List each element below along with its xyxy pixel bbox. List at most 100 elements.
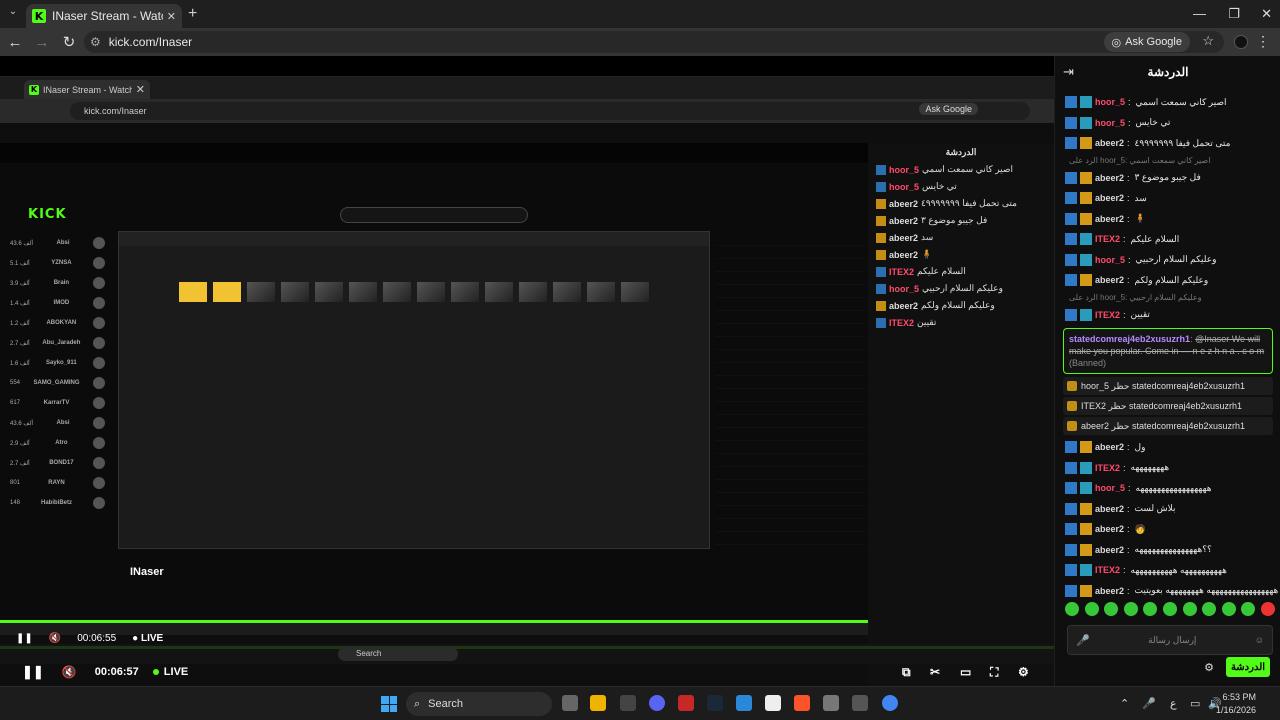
site-info-icon[interactable]: ⚙: [90, 35, 101, 49]
new-tab-icon[interactable]: +: [188, 5, 197, 23]
emote-icon[interactable]: [1221, 602, 1236, 616]
chat-text: تقيين: [1130, 309, 1150, 320]
app-icon[interactable]: [678, 695, 694, 711]
bookmark-star-icon[interactable]: ☆: [1202, 33, 1214, 49]
chat-username[interactable]: ITEX2: [1095, 565, 1120, 575]
tray-chevron-icon[interactable]: ⌃: [1120, 697, 1129, 710]
chat-settings-icon[interactable]: ⚙: [1204, 661, 1214, 674]
emoji-picker-icon[interactable]: ☺: [1255, 635, 1264, 645]
window-close-icon[interactable]: ✕: [1261, 6, 1272, 22]
browser-tab[interactable]: K INaser Stream - Watch Live on K ✕: [26, 4, 182, 28]
restore-icon[interactable]: ❐: [1228, 6, 1240, 22]
app-icon[interactable]: [852, 695, 868, 711]
chat-username[interactable]: ITEX2: [1095, 310, 1120, 320]
chat-username[interactable]: hoor_5: [1095, 118, 1125, 128]
chat-username[interactable]: abeer2: [1095, 173, 1124, 183]
settings-gear-icon[interactable]: ⚙: [1018, 665, 1029, 679]
windows-start-icon[interactable]: [381, 696, 397, 712]
theater-icon[interactable]: ▭: [960, 665, 971, 679]
kick-favicon-icon: K: [32, 9, 46, 23]
chat-username[interactable]: abeer2: [1095, 545, 1124, 555]
badge-icon: [1080, 308, 1092, 321]
deep-kick-logo: KICK: [28, 207, 67, 222]
stream-video[interactable]: K INaser Stream - Watch Live on ✕ kick.c…: [0, 56, 1054, 686]
pause-icon[interactable]: ❚❚: [22, 664, 44, 680]
profile-avatar[interactable]: [1234, 35, 1248, 49]
taskbar-clock[interactable]: 6:53 PM 1/16/2026: [1216, 691, 1256, 717]
chat-send-button[interactable]: الدردشة: [1226, 657, 1270, 677]
tray-mic-icon[interactable]: 🎤: [1142, 697, 1156, 710]
discord-icon[interactable]: [649, 695, 665, 711]
forward-icon[interactable]: →: [30, 34, 54, 51]
chat-username[interactable]: ITEX2: [1095, 234, 1120, 244]
emote-icon[interactable]: [1104, 602, 1119, 616]
app-icon[interactable]: [620, 695, 636, 711]
settings-icon[interactable]: [823, 695, 839, 711]
chat-username[interactable]: abeer2: [1095, 524, 1124, 534]
reload-icon[interactable]: ↻: [57, 33, 81, 51]
emote-icon[interactable]: [1123, 602, 1138, 616]
emote-icon[interactable]: [1143, 602, 1158, 616]
chat-username[interactable]: abeer2: [1095, 138, 1124, 148]
emote-icon[interactable]: [1202, 602, 1217, 616]
badge-icon: [1080, 171, 1092, 184]
chat-username[interactable]: ITEX2: [1095, 463, 1120, 473]
pip-icon[interactable]: ⧉: [902, 665, 911, 680]
badge-icon: [1080, 441, 1092, 454]
shield-icon: [1067, 401, 1077, 411]
ask-google-button[interactable]: ◎ Ask Google: [1103, 32, 1190, 52]
address-bar[interactable]: ⚙ kick.com/Inaser: [84, 31, 1224, 53]
app-icon[interactable]: [736, 695, 752, 711]
chat-username[interactable]: abeer2: [1095, 504, 1124, 514]
fullscreen-icon[interactable]: ⛶: [990, 665, 998, 680]
image-thumb: [417, 282, 445, 302]
chat-message: ITEX2: ههههههههههه ههههههههههه: [1055, 560, 1280, 581]
clip-icon[interactable]: ✂: [930, 665, 940, 679]
taskbar-search[interactable]: ⌕ Search: [406, 692, 552, 716]
image-thumb: [451, 282, 479, 302]
minimize-icon[interactable]: —: [1193, 6, 1206, 21]
chat-username[interactable]: abeer2: [1095, 193, 1124, 203]
emote-icon[interactable]: [1162, 602, 1177, 616]
chat-message: hoor_5: تي خايس: [1055, 113, 1280, 134]
emote-icon[interactable]: [1241, 602, 1256, 616]
avatar: [93, 417, 105, 429]
chat-username[interactable]: hoor_5: [1095, 255, 1125, 265]
chat-username[interactable]: abeer2: [1095, 214, 1124, 224]
chat-message: ITEX2: تقيين: [1055, 305, 1280, 326]
close-icon[interactable]: ✕: [167, 10, 176, 23]
mute-icon[interactable]: 🔇: [62, 665, 77, 679]
file-explorer-icon[interactable]: [590, 695, 606, 711]
emote-icon[interactable]: [1182, 602, 1197, 616]
app-icon[interactable]: [765, 695, 781, 711]
task-view-icon[interactable]: [562, 695, 578, 711]
chat-username[interactable]: abeer2: [1095, 275, 1124, 285]
steam-icon[interactable]: [707, 695, 723, 711]
tray-network-icon[interactable]: ▭: [1190, 697, 1200, 710]
emote-icon[interactable]: [1065, 602, 1079, 616]
emote-icon[interactable]: [1260, 602, 1275, 616]
tab-list-icon[interactable]: ⌄: [6, 6, 20, 22]
inner-time: 00:06:55: [77, 633, 117, 644]
chat-colon: :: [1123, 565, 1126, 576]
chrome-icon[interactable]: [882, 695, 898, 711]
chat-username[interactable]: abeer2: [1095, 442, 1124, 452]
banned-username[interactable]: statedcomreaj4eb2xusuzrh1: [1069, 334, 1190, 344]
deep-sidebar-channel: 43.6 ألف Absi: [0, 413, 115, 433]
brave-icon[interactable]: [794, 695, 810, 711]
emote-icon[interactable]: [1084, 602, 1099, 616]
browser-menu-icon[interactable]: ⋮: [1256, 33, 1270, 50]
tray-lang-icon[interactable]: ع: [1170, 697, 1177, 710]
badge-icon: [1065, 502, 1077, 515]
chat-username[interactable]: hoor_5: [1095, 483, 1125, 493]
chat-username[interactable]: abeer2: [1095, 586, 1124, 596]
deep-chat-line: [716, 389, 866, 402]
chat-username[interactable]: hoor_5: [1095, 97, 1125, 107]
badge-icon: [876, 215, 886, 226]
nested-chat-message: ITEX2 تقيين: [868, 314, 1054, 331]
player-time: 00:06:57: [94, 666, 139, 678]
chat-message-input[interactable]: 🎤 إرسال رسالة ☺: [1067, 625, 1273, 655]
back-icon[interactable]: ←: [3, 34, 27, 51]
mic-icon[interactable]: 🎤: [1076, 634, 1090, 647]
deep-chat: [716, 233, 866, 623]
